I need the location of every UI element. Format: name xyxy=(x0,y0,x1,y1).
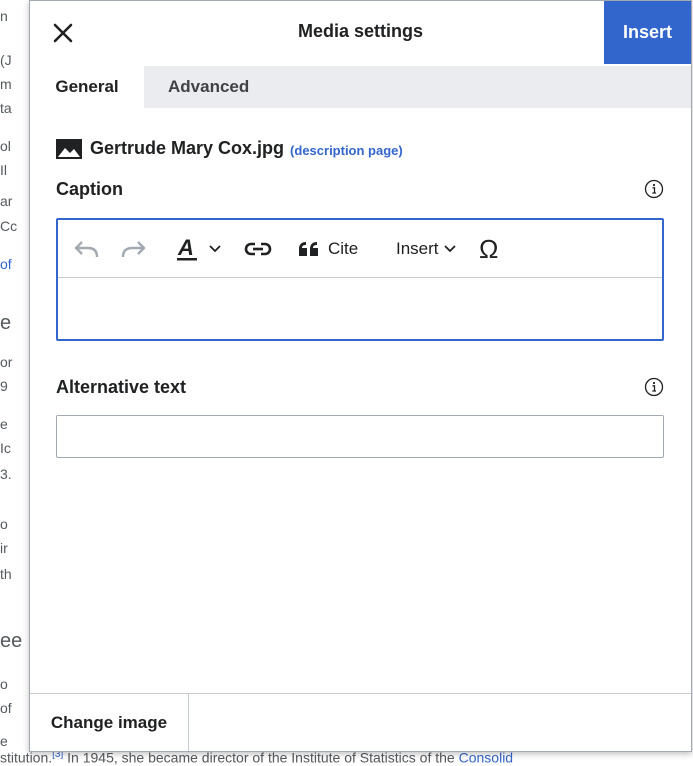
omega-icon: Ω xyxy=(479,233,499,264)
caption-toolbar: A Cite Insert Ω xyxy=(58,220,662,278)
info-icon[interactable] xyxy=(644,179,664,199)
bg-fragment: 9 xyxy=(0,378,8,394)
bg-fragment: Ic xyxy=(0,440,11,456)
bg-fragment: ee xyxy=(0,630,23,652)
dialog-title: Media settings xyxy=(297,21,424,41)
alt-text-input[interactable] xyxy=(56,415,664,458)
dialog-footer: Change image xyxy=(30,693,691,751)
file-info: Gertrude Mary Cox.jpg (description page) xyxy=(56,138,403,159)
alt-text-label: Alternative text xyxy=(56,377,187,397)
article-link[interactable]: Consolid xyxy=(459,750,513,766)
link-button[interactable] xyxy=(244,234,272,264)
cite-button[interactable]: Cite xyxy=(298,234,358,264)
bg-fragment: (J xyxy=(0,52,12,68)
image-icon xyxy=(56,138,82,159)
special-character-button[interactable]: Ω xyxy=(479,234,498,264)
bg-fragment: e xyxy=(0,733,8,749)
bg-fragment: Il xyxy=(0,162,7,178)
file-name: Gertrude Mary Cox.jpg xyxy=(90,138,285,158)
redo-button[interactable] xyxy=(120,234,146,264)
bg-fragment: o xyxy=(0,516,8,532)
tab-advanced[interactable]: Advanced xyxy=(144,66,273,108)
bg-fragment: e xyxy=(0,416,8,432)
insert-button[interactable]: Insert xyxy=(604,1,691,64)
bg-fragment: Cc xyxy=(0,218,18,234)
info-icon[interactable] xyxy=(644,377,664,397)
redo-icon xyxy=(121,241,146,258)
caption-input[interactable] xyxy=(58,278,662,339)
text-style-button[interactable]: A xyxy=(176,234,222,264)
cite-label: Cite xyxy=(328,239,359,258)
media-settings-dialog: Media settings Insert General Advanced G… xyxy=(29,0,692,752)
insert-menu-button[interactable]: Insert xyxy=(396,234,457,264)
undo-icon xyxy=(74,241,99,258)
bg-fragment: ta xyxy=(0,100,12,116)
tab-general[interactable]: General xyxy=(30,66,144,108)
tab-bar: General Advanced xyxy=(30,66,691,108)
bg-fragment: o xyxy=(0,676,8,692)
chevron-down-icon xyxy=(443,245,456,253)
bg-text: In 1945, she became director of the Inst… xyxy=(63,750,459,766)
bg-fragment: ol xyxy=(0,138,11,154)
link-icon xyxy=(244,242,272,256)
description-page-link[interactable]: (description page) xyxy=(290,143,403,158)
bg-fragment: ar xyxy=(0,193,13,209)
caption-editor: A Cite Insert Ω xyxy=(56,218,664,341)
text-style-icon: A xyxy=(177,236,197,261)
bg-fragment: ir xyxy=(0,540,8,556)
bg-fragment: m xyxy=(0,76,12,92)
dialog-titlebar: Media settings Insert xyxy=(30,1,691,64)
bg-fragment: e xyxy=(0,312,12,334)
caption-label: Caption xyxy=(56,179,123,199)
insert-menu-label: Insert xyxy=(396,239,439,258)
bg-fragment: of xyxy=(0,256,12,272)
bg-text: stitution. xyxy=(0,750,53,766)
quote-icon xyxy=(299,242,318,256)
undo-button[interactable] xyxy=(74,234,100,264)
bg-fragment: of xyxy=(0,700,12,716)
chevron-down-icon xyxy=(209,245,221,253)
bg-fragment: n xyxy=(0,8,8,24)
bg-fragment: 3. xyxy=(0,466,12,482)
bg-fragment: th xyxy=(0,566,12,582)
svg-text:A: A xyxy=(177,236,194,260)
change-image-button[interactable]: Change image xyxy=(30,694,189,751)
bg-fragment: or xyxy=(0,354,13,370)
